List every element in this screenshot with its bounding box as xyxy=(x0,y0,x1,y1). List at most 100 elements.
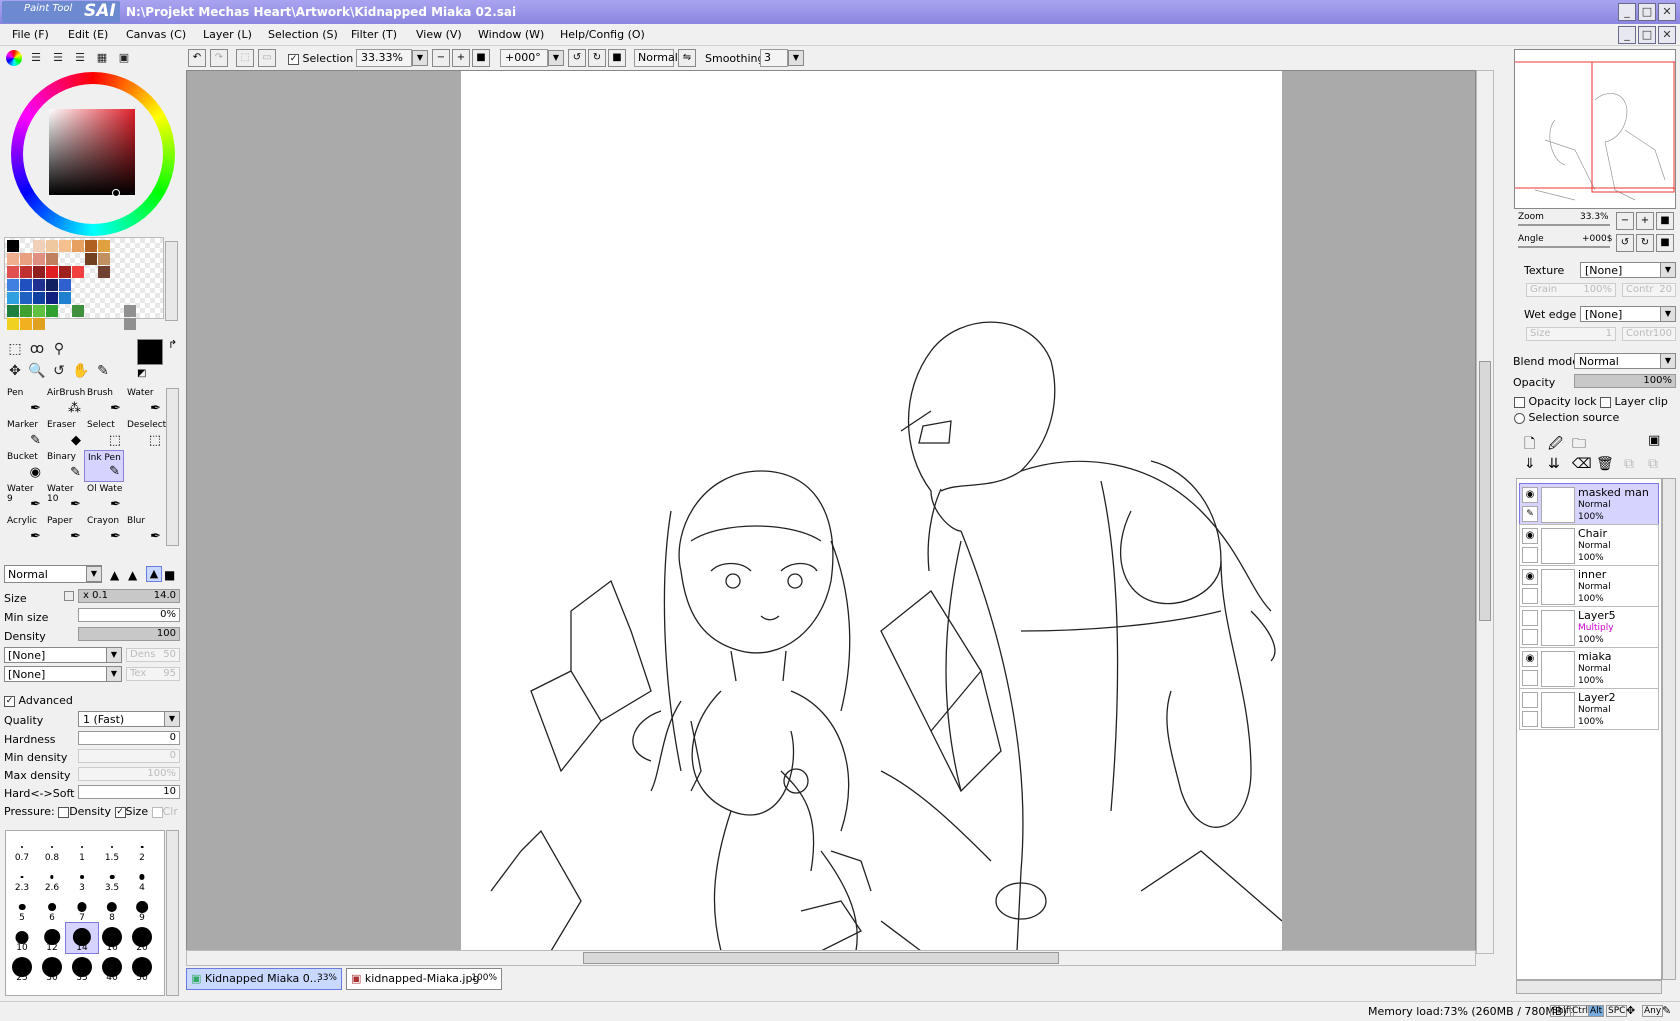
rgb-slider-icon[interactable]: ☰ xyxy=(28,50,44,66)
brush-size-40[interactable]: 40 xyxy=(96,953,128,983)
brush-pen-0[interactable]: Pen ✒ xyxy=(4,386,44,418)
layer-list-scrollbar[interactable] xyxy=(1662,478,1676,980)
merge-down-icon[interactable]: ⇊ xyxy=(1548,456,1560,472)
lock-pen-icon[interactable] xyxy=(1522,670,1538,686)
nav-zoom-in-icon[interactable]: + xyxy=(1636,212,1654,230)
swap-colors-icon[interactable]: ↱ xyxy=(168,338,177,351)
brush-marker-4[interactable]: Marker ✎ xyxy=(4,418,44,450)
chevron-down-icon[interactable]: ▼ xyxy=(164,711,180,727)
brush-size-1[interactable]: 1 xyxy=(66,833,98,863)
layer-clip-checkbox[interactable]: Layer clip xyxy=(1600,395,1668,408)
eye-icon[interactable]: ◉ xyxy=(1522,528,1538,544)
chevron-down-icon[interactable]: ▼ xyxy=(412,50,428,66)
horizontal-scroll-thumb[interactable] xyxy=(583,952,1059,964)
hsv-slider-icon[interactable]: ☰ xyxy=(50,50,66,66)
brush-size-30[interactable]: 30 xyxy=(36,953,68,983)
doc-restore-button[interactable]: □ xyxy=(1638,26,1656,44)
menu-help-config[interactable]: Help/Config (O) xyxy=(560,28,645,41)
brush-size-scrollbar[interactable] xyxy=(166,830,179,996)
selection-checkbox[interactable]: ✓ Selection xyxy=(288,52,353,65)
brush-water-10-13[interactable]: Water 10 ✒ xyxy=(44,482,84,514)
scratchpad-icon[interactable]: ▣ xyxy=(116,50,132,66)
brush-crayon-18[interactable]: Crayon ✒ xyxy=(84,514,124,546)
zoom-in-icon[interactable]: + xyxy=(452,49,470,67)
chevron-down-icon[interactable]: ▼ xyxy=(548,50,564,66)
transparent-color-icon[interactable]: ◩ xyxy=(137,368,146,379)
chevron-down-icon[interactable]: ▼ xyxy=(1660,306,1676,322)
brush-airbrush-1[interactable]: AirBrush ⁂ xyxy=(44,386,85,418)
hardness-field[interactable]: 0 xyxy=(78,731,180,745)
shape-round-icon[interactable]: ▲ xyxy=(146,566,162,582)
eye-icon[interactable]: ◉ xyxy=(1522,487,1538,503)
brush-size-50[interactable]: 50 xyxy=(126,953,158,983)
nav-zoom-reset-icon[interactable]: ■ xyxy=(1656,212,1674,230)
brush-size-2[interactable]: 2 xyxy=(126,833,158,863)
brush-ink-pen-10[interactable]: Ink Pen ✎ xyxy=(84,450,124,482)
view-mode-select[interactable]: Normal xyxy=(634,49,678,67)
tab-kidnapped-miaka-jpg[interactable]: ▣ kidnapped-Miaka.jpg 100% xyxy=(346,968,502,990)
lock-pen-icon[interactable] xyxy=(1522,588,1538,604)
brush-size-20[interactable]: 20 xyxy=(126,923,158,953)
move-icon[interactable]: ✥ xyxy=(6,362,24,380)
canvas-area[interactable] xyxy=(186,70,1476,960)
transfer-down-icon[interactable]: ⇓ xyxy=(1524,456,1536,472)
shape-flat-icon[interactable]: ■ xyxy=(164,568,175,582)
eye-icon[interactable]: ◉ xyxy=(1522,569,1538,585)
pressure-density-checkbox[interactable] xyxy=(58,806,70,818)
minimize-button[interactable]: _ xyxy=(1618,3,1636,21)
hand-icon[interactable]: ✋ xyxy=(72,362,90,380)
chevron-down-icon[interactable]: ▼ xyxy=(106,666,122,682)
lasso-icon[interactable]: ꝏ xyxy=(28,340,46,358)
menu-selection[interactable]: Selection (S) xyxy=(268,28,338,41)
brush-size-3.5[interactable]: 3.5 xyxy=(96,863,128,893)
canvas-horizontal-scrollbar[interactable] xyxy=(186,950,1476,966)
zoom-reset-icon[interactable]: ■ xyxy=(472,49,490,67)
brush-size-1.5[interactable]: 1.5 xyxy=(96,833,128,863)
saturation-value-square[interactable] xyxy=(49,109,135,195)
swatches-mode-icon[interactable]: ▦ xyxy=(94,50,110,66)
brush-size-10[interactable]: 10 xyxy=(6,923,38,953)
menu-window[interactable]: Window (W) xyxy=(478,28,544,41)
zoom-out-icon[interactable]: − xyxy=(432,49,450,67)
brush-size-7[interactable]: 7 xyxy=(66,893,98,923)
layer-row-chair[interactable]: ◉ Chair Normal 100% xyxy=(1519,524,1659,566)
flip-icon[interactable]: ⇋ xyxy=(678,49,696,67)
nav-zoom-slider[interactable] xyxy=(1518,224,1610,226)
chevron-down-icon[interactable]: ▼ xyxy=(1660,353,1676,369)
menu-view[interactable]: View (V) xyxy=(416,28,462,41)
advanced-checkbox[interactable]: ✓ Advanced xyxy=(4,694,73,707)
brush-acrylic-16[interactable]: Acrylic ✒ xyxy=(4,514,44,546)
layer-row-masked-man[interactable]: ◉ ✎ masked man Normal 100% xyxy=(1519,483,1659,525)
brush-ol-wate-14[interactable]: Ol Wate ✒ xyxy=(84,482,124,514)
brush-deselect-7[interactable]: Deselect ⬚ xyxy=(124,418,166,450)
density-field[interactable]: 100 xyxy=(78,627,180,641)
texture2-select[interactable]: [None] xyxy=(4,666,122,682)
rotate-right-icon[interactable]: ↻ xyxy=(588,49,606,67)
magic-wand-icon[interactable]: ⚲ xyxy=(50,340,68,358)
menu-canvas[interactable]: Canvas (C) xyxy=(126,28,186,41)
primary-color-swatch[interactable] xyxy=(137,339,163,365)
brush-shape-selector[interactable]: ▲ ▲ ▲ ■ xyxy=(108,565,180,583)
nav-rotate-left-icon[interactable]: ↺ xyxy=(1616,234,1634,252)
opacity-field[interactable]: 100% xyxy=(1574,374,1676,388)
brush-size-5[interactable]: 5 xyxy=(6,893,38,923)
brush-water-3[interactable]: Water ✒ xyxy=(124,386,164,418)
brush-eraser-5[interactable]: Eraser ◆ xyxy=(44,418,84,450)
angle-select[interactable]: +000° xyxy=(500,49,548,67)
drawing-paper[interactable] xyxy=(461,71,1282,951)
brush-paper-17[interactable]: Paper ✒ xyxy=(44,514,84,546)
size-lock-icon[interactable] xyxy=(64,591,74,601)
brush-size-3[interactable]: 3 xyxy=(66,863,98,893)
brush-brush-2[interactable]: Brush ✒ xyxy=(84,386,124,418)
layer-row-layer2[interactable]: Layer2 Normal 100% xyxy=(1519,688,1659,730)
menu-filter[interactable]: Filter (T) xyxy=(351,28,397,41)
brush-size-25[interactable]: 25 xyxy=(6,953,38,983)
swatch-scrollbar[interactable] xyxy=(165,241,178,321)
min-size-field[interactable]: 0% xyxy=(78,608,180,622)
chevron-down-icon[interactable]: ▼ xyxy=(1660,262,1676,278)
chevron-down-icon[interactable]: ▼ xyxy=(788,50,804,66)
zoom-select[interactable]: 33.33% xyxy=(356,49,412,67)
tab-kidnapped-miaka-sai[interactable]: ▣ Kidnapped Miaka 0... 33% xyxy=(186,968,342,990)
lock-pen-icon[interactable]: ✎ xyxy=(1522,506,1538,522)
smoothing-select[interactable]: 3 xyxy=(760,49,788,67)
